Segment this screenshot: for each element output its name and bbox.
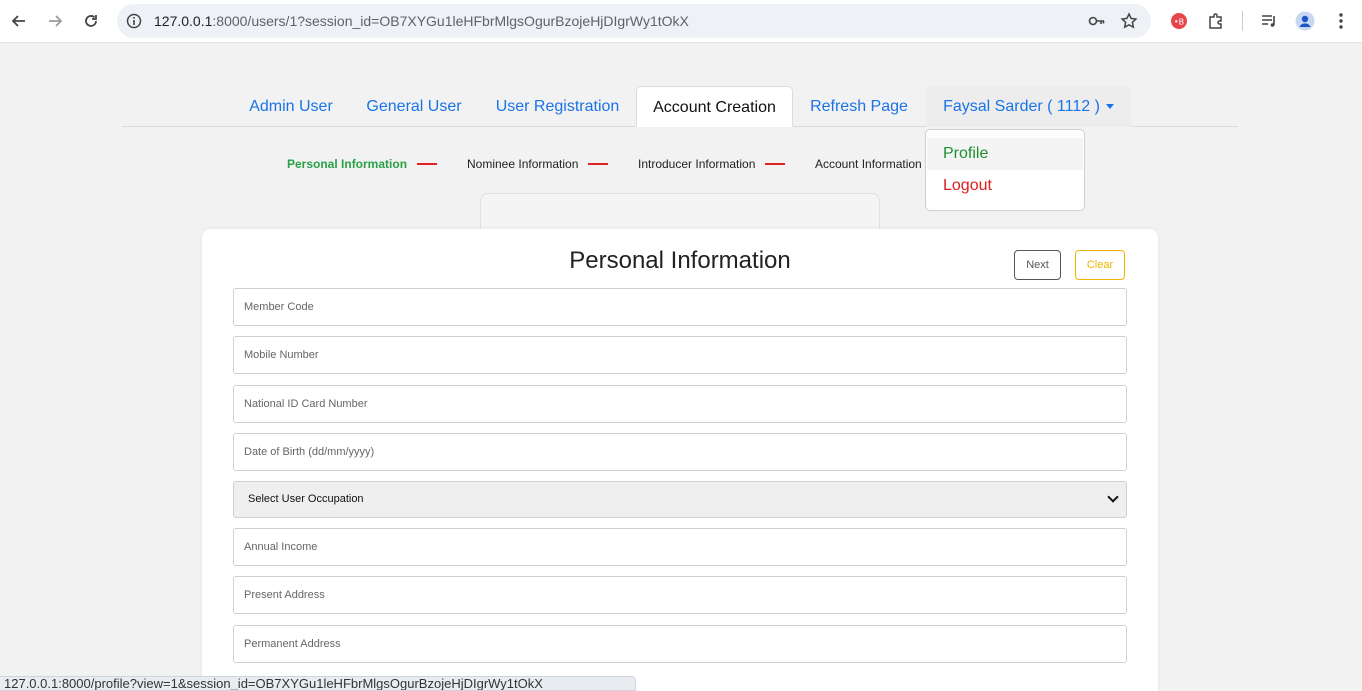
chevron-down-icon xyxy=(1107,491,1119,503)
tab-account-creation[interactable]: Account Creation xyxy=(636,86,793,127)
profile-avatar-icon[interactable] xyxy=(1293,9,1317,33)
back-arrow-icon[interactable] xyxy=(7,9,31,33)
password-key-icon[interactable] xyxy=(1088,13,1106,34)
link-status-bar: 127.0.0.1:8000/profile?view=1&session_id… xyxy=(0,676,636,691)
occupation-select-value: Select User Occupation xyxy=(248,493,364,505)
user-menu-toggle[interactable]: Faysal Sarder ( 1112 ) xyxy=(926,86,1131,127)
menu-item-logout[interactable]: Logout xyxy=(927,170,1083,202)
step-connector xyxy=(417,163,437,165)
mobile-number-input[interactable] xyxy=(233,336,1127,374)
reload-icon[interactable] xyxy=(79,9,103,33)
step-personal-information: Personal Information xyxy=(287,157,408,171)
url-path: :8000/users/1?session_id=OB7XYGu1leHFbrM… xyxy=(212,13,689,29)
user-dropdown-menu: Profile Logout xyxy=(925,129,1085,211)
personal-information-form: Personal Information Next Clear Select U… xyxy=(202,229,1158,691)
extensions-puzzle-icon[interactable] xyxy=(1204,9,1228,33)
step-connector xyxy=(588,163,608,165)
menu-item-profile[interactable]: Profile xyxy=(927,138,1083,170)
toolbar-divider xyxy=(1242,11,1243,31)
chevron-down-icon xyxy=(1105,104,1114,110)
user-menu-label: Faysal Sarder ( 1112 ) xyxy=(943,98,1100,115)
tab-user-registration[interactable]: User Registration xyxy=(481,86,634,127)
extension-badge-icon[interactable]: •B xyxy=(1167,9,1191,33)
clear-button[interactable]: Clear xyxy=(1075,250,1125,280)
member-code-input[interactable] xyxy=(233,288,1127,326)
step-nominee-information: Nominee Information xyxy=(467,157,579,171)
background-card xyxy=(480,193,880,233)
address-bar[interactable]: 127.0.0.1:8000/users/1?session_id=OB7XYG… xyxy=(117,4,1151,38)
site-info-icon[interactable] xyxy=(126,13,142,34)
tab-admin-user[interactable]: Admin User xyxy=(235,86,347,127)
step-account-information: Account Information xyxy=(815,157,922,171)
date-of-birth-input[interactable] xyxy=(233,433,1127,471)
national-id-input[interactable] xyxy=(233,385,1127,423)
annual-income-input[interactable] xyxy=(233,528,1127,566)
step-introducer-information: Introducer Information xyxy=(638,157,756,171)
bookmark-star-icon[interactable] xyxy=(1120,12,1138,35)
url-host: 127.0.0.1 xyxy=(154,13,213,29)
media-queue-icon[interactable] xyxy=(1257,9,1281,33)
kebab-menu-icon[interactable] xyxy=(1329,9,1353,33)
next-button[interactable]: Next xyxy=(1014,250,1061,280)
occupation-select[interactable]: Select User Occupation xyxy=(233,481,1127,518)
forward-arrow-icon[interactable] xyxy=(43,9,67,33)
svg-text:•B: •B xyxy=(1174,18,1184,27)
url-text: 127.0.0.1:8000/users/1?session_id=OB7XYG… xyxy=(154,13,689,29)
permanent-address-input[interactable] xyxy=(233,625,1127,663)
step-connector xyxy=(765,163,785,165)
tab-refresh-page[interactable]: Refresh Page xyxy=(796,86,922,127)
tab-general-user[interactable]: General User xyxy=(352,86,476,127)
present-address-input[interactable] xyxy=(233,576,1127,614)
browser-toolbar: 127.0.0.1:8000/users/1?session_id=OB7XYG… xyxy=(0,0,1362,43)
